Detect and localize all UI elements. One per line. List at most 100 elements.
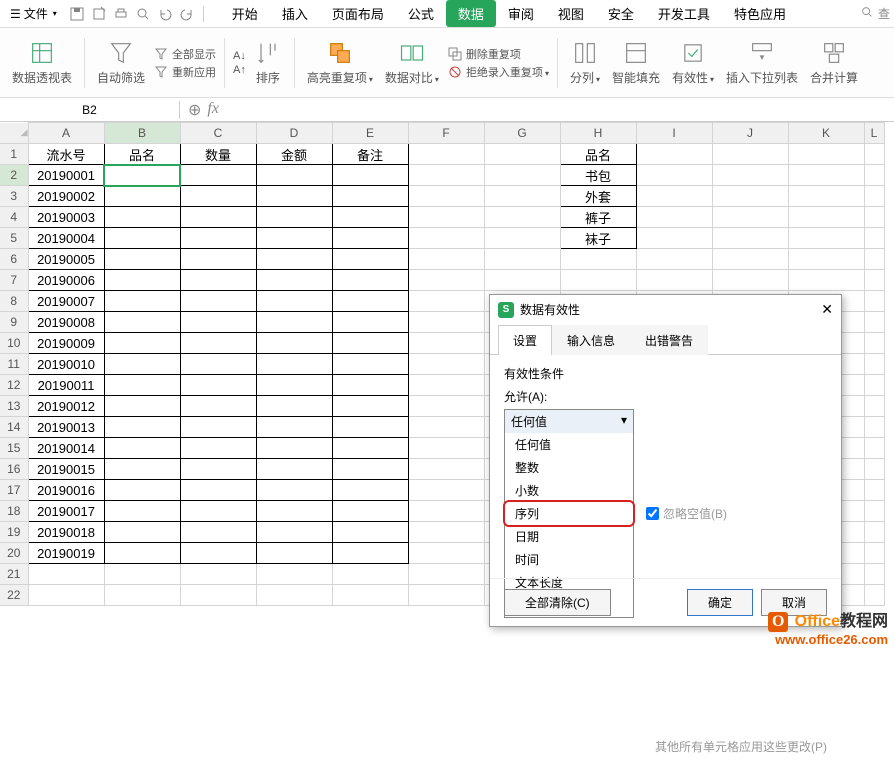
validity-button[interactable]: 有效性▾ (668, 39, 718, 86)
del-dup-button[interactable]: 删除重复项 (447, 46, 549, 62)
cell[interactable]: 20190009 (28, 333, 104, 354)
cell[interactable] (332, 228, 408, 249)
cell[interactable] (864, 291, 884, 312)
cell[interactable] (864, 585, 884, 606)
select-all-corner[interactable]: ◢ (0, 123, 28, 144)
allow-option[interactable]: 任何值 (505, 433, 633, 456)
cell[interactable] (256, 501, 332, 522)
allow-option[interactable]: 时间 (505, 548, 633, 571)
cell[interactable] (256, 312, 332, 333)
sort-button[interactable]: 排序 (250, 39, 286, 86)
cell[interactable]: 20190006 (28, 270, 104, 291)
row-header[interactable]: 16 (0, 459, 28, 480)
cell[interactable] (408, 291, 484, 312)
reapply-button[interactable]: 重新应用 (153, 64, 216, 80)
cell[interactable] (408, 396, 484, 417)
autofilter-button[interactable]: 自动筛选 (93, 39, 149, 86)
cell[interactable] (104, 186, 180, 207)
row-header[interactable]: 1 (0, 144, 28, 165)
row-header[interactable]: 3 (0, 186, 28, 207)
save-as-icon[interactable] (91, 6, 107, 22)
cell[interactable]: 20190016 (28, 480, 104, 501)
cell[interactable] (864, 249, 884, 270)
cell[interactable] (408, 333, 484, 354)
cell[interactable] (256, 354, 332, 375)
search-icon[interactable] (860, 5, 874, 22)
cell[interactable] (180, 228, 256, 249)
cell[interactable] (104, 291, 180, 312)
cell[interactable]: 20190019 (28, 543, 104, 564)
cell[interactable] (864, 543, 884, 564)
cell[interactable]: 书包 (560, 165, 636, 186)
col-header-A[interactable]: A (28, 123, 104, 144)
cell[interactable] (332, 438, 408, 459)
row-header[interactable]: 5 (0, 228, 28, 249)
redo-icon[interactable] (179, 6, 195, 22)
cell[interactable] (180, 249, 256, 270)
cell[interactable] (104, 417, 180, 438)
sort-desc-button[interactable]: A↑ (233, 64, 246, 76)
split-button[interactable]: 分列▾ (566, 39, 604, 86)
cell[interactable] (180, 543, 256, 564)
tab-layout[interactable]: 页面布局 (320, 0, 396, 27)
cell[interactable] (256, 291, 332, 312)
save-icon[interactable] (69, 6, 85, 22)
tab-dev[interactable]: 开发工具 (646, 0, 722, 27)
cell[interactable] (180, 312, 256, 333)
row-header[interactable]: 22 (0, 585, 28, 606)
cell[interactable]: 20190017 (28, 501, 104, 522)
col-header-J[interactable]: J (712, 123, 788, 144)
formula-input[interactable] (227, 103, 894, 117)
smartfill-button[interactable]: 智能填充 (608, 39, 664, 86)
cell[interactable] (332, 333, 408, 354)
tab-view[interactable]: 视图 (546, 0, 596, 27)
cell[interactable] (864, 459, 884, 480)
cell[interactable]: 20190011 (28, 375, 104, 396)
cell[interactable] (864, 312, 884, 333)
cell[interactable] (560, 270, 636, 291)
cell[interactable] (408, 480, 484, 501)
cell[interactable] (484, 144, 560, 165)
cell[interactable] (180, 270, 256, 291)
cell[interactable] (180, 459, 256, 480)
cell[interactable] (408, 312, 484, 333)
cell[interactable] (180, 165, 256, 186)
sort-asc-button[interactable]: A↓ (233, 50, 246, 62)
cell[interactable] (788, 270, 864, 291)
cell[interactable] (408, 165, 484, 186)
cell[interactable] (256, 564, 332, 585)
cell[interactable] (864, 480, 884, 501)
cell[interactable] (864, 165, 884, 186)
reject-dup-button[interactable]: 拒绝录入重复项▾ (447, 64, 549, 80)
cell[interactable] (256, 522, 332, 543)
cell[interactable] (408, 207, 484, 228)
allow-option[interactable]: 小数 (505, 479, 633, 502)
cell[interactable] (180, 585, 256, 606)
cell[interactable]: 20190007 (28, 291, 104, 312)
cell[interactable] (180, 417, 256, 438)
cell[interactable] (788, 186, 864, 207)
cell[interactable] (256, 207, 332, 228)
col-header-L[interactable]: L (864, 123, 884, 144)
cell[interactable] (864, 417, 884, 438)
cell[interactable] (256, 459, 332, 480)
clear-all-button[interactable]: 全部清除(C) (504, 589, 611, 616)
row-header[interactable]: 14 (0, 417, 28, 438)
row-header[interactable]: 19 (0, 522, 28, 543)
tab-insert[interactable]: 插入 (270, 0, 320, 27)
cell[interactable] (332, 417, 408, 438)
cell[interactable] (28, 564, 104, 585)
cell[interactable] (104, 564, 180, 585)
col-header-D[interactable]: D (256, 123, 332, 144)
cell[interactable] (788, 144, 864, 165)
cell[interactable] (256, 438, 332, 459)
cell[interactable] (408, 459, 484, 480)
cell[interactable] (332, 564, 408, 585)
cell[interactable] (332, 375, 408, 396)
row-header[interactable]: 11 (0, 354, 28, 375)
cell[interactable] (864, 522, 884, 543)
cell[interactable] (104, 522, 180, 543)
row-header[interactable]: 18 (0, 501, 28, 522)
row-header[interactable]: 9 (0, 312, 28, 333)
cell[interactable] (408, 438, 484, 459)
